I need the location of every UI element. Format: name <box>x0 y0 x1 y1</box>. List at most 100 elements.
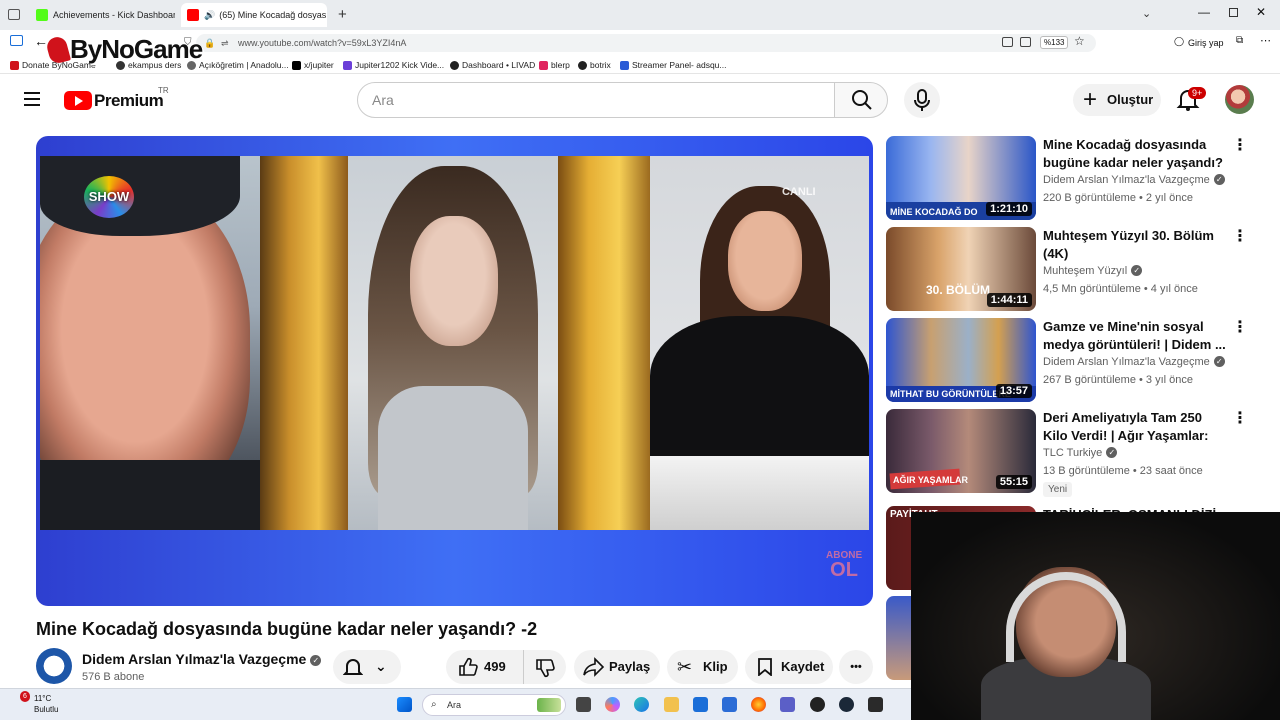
profile-icon[interactable]: ◯ <box>1174 36 1184 47</box>
recommendation-channel: Didem Arslan Yılmaz'la Vazgeçme ✓ <box>1043 174 1225 186</box>
search-highlight-icon <box>537 698 561 712</box>
show-channel-logo: SHOW <box>84 176 134 218</box>
windows-taskbar: 6 11°C Bulutlu ⌕ Ara <box>0 688 911 720</box>
steam-icon[interactable] <box>839 697 854 712</box>
download-icon[interactable] <box>1020 37 1031 47</box>
teams-icon[interactable] <box>780 697 795 712</box>
site-settings-icon[interactable]: ⇌ <box>221 34 229 52</box>
file-explorer-icon[interactable] <box>664 697 679 712</box>
share-label: Paylaş <box>609 659 651 674</box>
close-window-button[interactable]: ✕ <box>1256 5 1266 19</box>
video-thumbnail[interactable]: MİTHAT BU GÖRÜNTÜLERE 13:57 <box>886 318 1036 402</box>
video-thumbnail[interactable]: 30. BÖLÜM 1:44:11 <box>886 227 1036 311</box>
recommendation-item[interactable]: MİNE KOCADAĞ DO 1:21:10 Mine Kocadağ dos… <box>886 136 1280 220</box>
firefox-icon[interactable] <box>751 697 766 712</box>
maximize-button[interactable] <box>1229 8 1238 17</box>
outlook-icon[interactable] <box>722 697 737 712</box>
video-duration: 13:57 <box>995 384 1032 398</box>
recommendation-title: Muhteşem Yüzyıl 30. Bölüm (4K) <box>1043 228 1214 261</box>
channel-avatar[interactable] <box>36 648 72 684</box>
search-button[interactable] <box>834 82 888 118</box>
minimize-button[interactable]: — <box>1198 5 1210 19</box>
signin-button[interactable]: Giriş yap <box>1188 38 1224 48</box>
avatar[interactable] <box>1225 85 1254 114</box>
more-actions-button[interactable]: ••• <box>839 650 873 684</box>
kebab-menu-icon[interactable]: ⋮ <box>1232 138 1248 154</box>
verified-icon: ✓ <box>1213 174 1225 185</box>
menu-dots-icon[interactable]: ⋯ <box>1260 34 1271 47</box>
copilot-icon[interactable] <box>605 697 620 712</box>
recommendation-channel-text: TLC Turkiye <box>1043 447 1103 459</box>
recommendation-channel-text: Didem Arslan Yılmaz'la Vazgeçme <box>1043 356 1210 368</box>
bookmark-item[interactable]: Dashboard • LIVAD <box>450 60 535 70</box>
voice-search-button[interactable] <box>904 82 940 118</box>
search-input[interactable]: Ara <box>357 82 835 118</box>
create-button[interactable]: + Oluştur <box>1073 84 1161 116</box>
bynogame-logo: ByNoGame <box>44 34 203 66</box>
bookmark-item[interactable]: blerp <box>539 60 570 70</box>
kebab-menu-icon[interactable]: ⋮ <box>1232 229 1248 245</box>
bookmark-item[interactable]: botrix <box>578 60 611 70</box>
obs-icon[interactable] <box>810 697 825 712</box>
recommendation-item[interactable]: AĞIR YAŞAMLAR 55:15 Deri Ameliyatıyla Ta… <box>886 409 1280 497</box>
kebab-menu-icon[interactable]: ⋮ <box>1232 320 1248 336</box>
task-view-icon[interactable] <box>576 697 591 712</box>
recommendation-title: Gamze ve Mine'nin sosyal medya görüntüle… <box>1043 319 1226 352</box>
youtube-favicon-icon <box>187 9 199 21</box>
like-button[interactable]: 499 <box>446 650 524 684</box>
recommendation-channel-text: Didem Arslan Yılmaz'la Vazgeçme <box>1043 174 1210 186</box>
tab-overview-icon[interactable] <box>8 9 20 20</box>
kebab-menu-icon[interactable]: ⋮ <box>1232 411 1248 427</box>
star-icon[interactable]: ☆ <box>1074 34 1085 48</box>
recommendation-item[interactable]: 30. BÖLÜM 1:44:11 Muhteşem Yüzyıl 30. Bö… <box>886 227 1280 311</box>
channel-name[interactable]: Didem Arslan Yılmaz'la Vazgeçme ✓ <box>82 651 322 667</box>
bookmark-label: Dashboard • LIVAD <box>462 60 536 70</box>
video-frame-middle <box>348 156 558 530</box>
more-icon: ••• <box>850 661 862 673</box>
youtube-logo-icon <box>64 91 92 110</box>
video-thumbnail[interactable]: MİNE KOCADAĞ DO 1:21:10 <box>886 136 1036 220</box>
back-icon[interactable]: ← <box>34 33 48 49</box>
speaker-icon[interactable]: 🔊 <box>204 10 215 21</box>
extensions-icon[interactable]: ⧉ <box>1236 35 1243 46</box>
chevron-down-icon: ⌄ <box>375 658 387 674</box>
extension-icon[interactable] <box>10 35 23 46</box>
subscribed-bell-button[interactable]: ⌄ <box>333 650 401 684</box>
video-thumbnail[interactable] <box>886 596 911 680</box>
video-thumbnail[interactable]: AĞIR YAŞAMLAR 55:15 <box>886 409 1036 493</box>
clip-button[interactable]: ✂ Klip <box>667 650 738 684</box>
bookmark-item[interactable]: Streamer Panel- adsqu... <box>620 60 727 70</box>
dislike-button[interactable] <box>524 650 566 684</box>
new-tab-icon[interactable]: + <box>338 6 347 23</box>
video-player[interactable]: SHOW CANLI ABONE OL <box>36 136 873 606</box>
edge-icon[interactable] <box>634 697 649 712</box>
bynogame-mark-icon <box>44 34 72 66</box>
microphone-icon <box>914 89 930 111</box>
share-button[interactable]: Paylaş <box>574 650 660 684</box>
screenshot-icon[interactable] <box>1002 37 1013 47</box>
zoom-level[interactable]: %133 <box>1040 36 1069 49</box>
tab-youtube-video[interactable]: 🔊 (65) Mine Kocadağ dosyası ✕ <box>181 3 327 27</box>
bookmark-label: Streamer Panel- adsqu... <box>632 60 727 70</box>
chevron-down-icon[interactable]: ⌄ <box>1142 7 1151 20</box>
windows-start-icon[interactable] <box>397 697 412 712</box>
epic-games-icon[interactable] <box>868 697 883 712</box>
save-button[interactable]: Kaydet <box>745 650 833 684</box>
thumbs-up-icon <box>459 657 478 676</box>
bookmark-item[interactable]: Açıköğretim | Anadolu... <box>187 60 289 70</box>
address-bar[interactable]: ⛉ 🔒 ⇌ www.youtube.com/watch?v=59xL3YZI4n… <box>184 34 1096 52</box>
recommendation-meta: 4,5 Mn görüntüleme • 4 yıl önce <box>1043 283 1198 295</box>
hamburger-menu-icon[interactable] <box>24 92 40 106</box>
bookmark-item[interactable]: x/jupiter <box>292 60 334 70</box>
tab-kick-dashboard[interactable]: Achievements - Kick Dashboard ✕ <box>30 3 175 27</box>
weather-widget[interactable]: 6 11°C Bulutlu <box>14 691 58 715</box>
store-icon[interactable] <box>693 697 708 712</box>
bookmark-icon <box>758 658 772 676</box>
new-badge: Yeni <box>1043 482 1073 497</box>
share-icon <box>583 657 605 677</box>
taskbar-search[interactable]: ⌕ Ara <box>422 694 566 716</box>
bookmark-item[interactable]: Jupiter1202 Kick Vide... <box>343 60 444 70</box>
search-icon <box>852 90 872 110</box>
save-label: Kaydet <box>781 659 825 674</box>
recommendation-item[interactable]: MİTHAT BU GÖRÜNTÜLERE 13:57 Gamze ve Min… <box>886 318 1280 402</box>
